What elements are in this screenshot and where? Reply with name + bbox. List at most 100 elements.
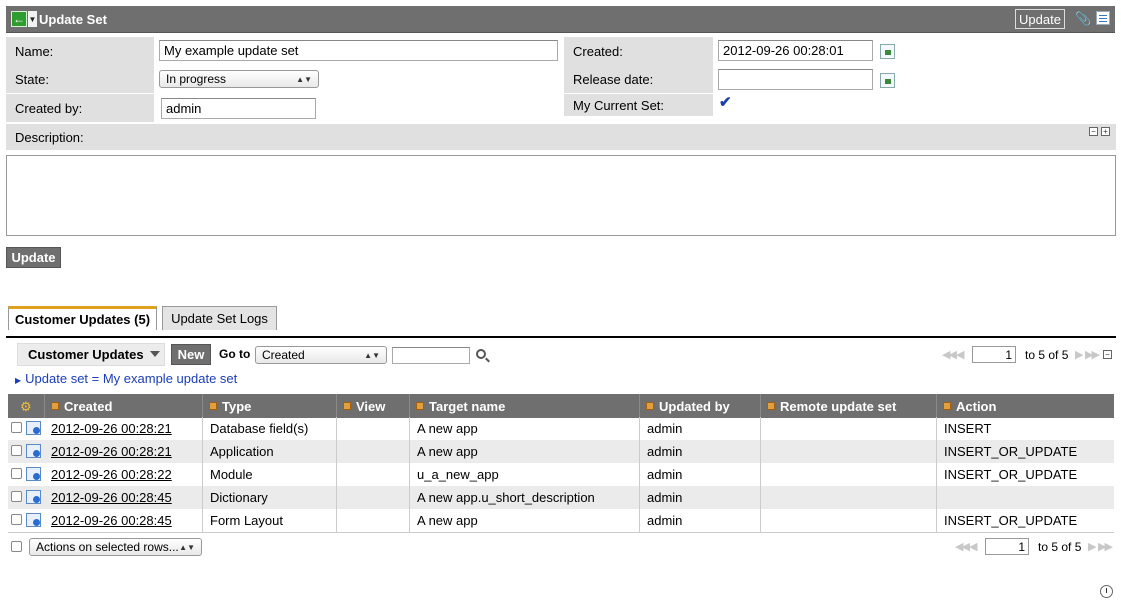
updated-by-cell: admin [639, 440, 760, 463]
remote-cell [760, 440, 936, 463]
row-checkbox[interactable] [11, 468, 22, 479]
prev-page-icon[interactable]: ◀ [956, 348, 965, 361]
remote-cell [760, 463, 936, 486]
view-cell [336, 440, 409, 463]
column-label: Created [64, 398, 113, 414]
view-cell [336, 509, 409, 532]
expand-triangle-icon: ▶ [15, 376, 22, 385]
expand-icon[interactable]: + [1101, 127, 1110, 136]
row-checkbox[interactable] [11, 514, 22, 525]
table-row: 2012-09-26 00:28:22 Module u_a_new_app a… [8, 463, 1114, 486]
page-count: to 5 of 5 [1025, 348, 1069, 362]
row-checkbox[interactable] [11, 445, 22, 456]
gear-icon[interactable]: ⚙ [20, 399, 32, 415]
tab-update-set-logs[interactable]: Update Set Logs [162, 306, 277, 330]
target-cell: u_a_new_app [409, 463, 639, 486]
calendar-icon[interactable] [880, 73, 895, 88]
collapse-icon[interactable]: − [1103, 350, 1112, 359]
created-link[interactable]: 2012-09-26 00:28:21 [44, 440, 202, 463]
chevron-down-icon[interactable]: ▼ [28, 11, 37, 27]
prev-page-icon[interactable]: ◀ [969, 540, 978, 553]
column-label: Action [956, 398, 997, 414]
list-title-menu[interactable]: Customer Updates [17, 343, 165, 366]
record-icon[interactable] [26, 467, 41, 481]
page-input[interactable]: 1 [972, 346, 1016, 363]
state-select[interactable]: In progress ▲▼ [159, 70, 319, 88]
column-icon [343, 402, 351, 410]
select-arrows-icon: ▲▼ [179, 542, 195, 552]
created-link[interactable]: 2012-09-26 00:28:22 [44, 463, 202, 486]
created-link[interactable]: 2012-09-26 00:28:45 [44, 486, 202, 509]
view-cell [336, 486, 409, 509]
updated-by-cell: admin [639, 486, 760, 509]
table-row: 2012-09-26 00:28:21 Application A new ap… [8, 440, 1114, 463]
column-header-updated-by[interactable]: Updated by [639, 394, 760, 418]
actions-select-value: Actions on selected rows... [36, 540, 179, 554]
record-icon[interactable] [26, 490, 41, 504]
bottom-page-input[interactable]: 1 [985, 538, 1029, 555]
search-icon[interactable] [476, 349, 486, 359]
view-cell [336, 417, 409, 440]
description-textarea[interactable] [6, 155, 1116, 236]
clock-icon[interactable] [1100, 585, 1113, 598]
last-page-icon[interactable]: ▶▶ [1085, 348, 1100, 361]
bottom-page-count: to 5 of 5 [1038, 540, 1082, 554]
next-page-icon[interactable]: ▶ [1075, 348, 1084, 361]
column-header-type[interactable]: Type [202, 394, 336, 418]
select-arrows-icon: ▲▼ [364, 350, 380, 360]
list-icon[interactable] [1096, 11, 1110, 25]
goto-label: Go to [219, 347, 251, 361]
column-header-action[interactable]: Action [936, 394, 1114, 418]
release-date-label: Release date: [564, 65, 713, 93]
page-title: Update Set [39, 12, 107, 27]
record-icon[interactable] [26, 444, 41, 458]
type-cell: Application [202, 440, 336, 463]
table-header: ⚙ Created Type View Target name Updated … [8, 394, 1114, 418]
goto-field-select[interactable]: Created ▲▼ [255, 346, 387, 364]
column-header-target-name[interactable]: Target name [409, 394, 639, 418]
state-select-value: In progress [166, 72, 227, 86]
first-page-icon[interactable]: ◀◀ [942, 348, 957, 361]
back-arrow-icon[interactable]: ← [11, 11, 27, 27]
type-cell: Database field(s) [202, 417, 336, 440]
updated-by-cell: admin [639, 417, 760, 440]
name-field[interactable]: My example update set [159, 40, 558, 61]
calendar-icon[interactable] [880, 44, 895, 59]
select-all-checkbox[interactable] [11, 541, 22, 552]
column-icon [209, 402, 217, 410]
update-button[interactable]: Update [6, 247, 61, 268]
action-cell: INSERT_OR_UPDATE [936, 440, 1114, 463]
action-cell: INSERT_OR_UPDATE [936, 463, 1114, 486]
record-icon[interactable] [26, 513, 41, 527]
current-set-checkbox[interactable]: ✔ [719, 93, 732, 111]
column-header-created[interactable]: Created [44, 394, 202, 418]
current-set-label: My Current Set: [564, 94, 713, 116]
column-header-remote-update-set[interactable]: Remote update set [760, 394, 936, 418]
first-page-icon[interactable]: ◀◀ [955, 540, 970, 553]
created-link[interactable]: 2012-09-26 00:28:21 [44, 417, 202, 440]
remote-cell [760, 417, 936, 440]
column-label: Updated by [659, 398, 730, 414]
next-page-icon[interactable]: ▶ [1088, 540, 1097, 553]
row-checkbox[interactable] [11, 491, 22, 502]
created-link[interactable]: 2012-09-26 00:28:45 [44, 509, 202, 532]
target-cell: A new app.u_short_description [409, 486, 639, 509]
column-header-view[interactable]: View [336, 394, 409, 418]
actions-select[interactable]: Actions on selected rows... ▲▼ [29, 538, 202, 556]
tab-customer-updates[interactable]: Customer Updates (5) [8, 306, 157, 330]
row-checkbox[interactable] [11, 422, 22, 433]
header-update-button[interactable]: Update [1015, 9, 1065, 29]
release-date-field[interactable] [718, 69, 873, 90]
filter-condition[interactable]: Update set = My example update set [25, 371, 237, 386]
breadcrumb[interactable]: ▶ Update set = My example update set [15, 371, 237, 386]
created-by-field[interactable]: admin [161, 98, 316, 119]
collapse-icon[interactable]: − [1089, 127, 1098, 136]
new-button[interactable]: New [171, 344, 211, 365]
column-label: Type [222, 398, 252, 414]
last-page-icon[interactable]: ▶▶ [1098, 540, 1113, 553]
action-cell [936, 486, 1114, 509]
paperclip-icon[interactable]: 📎 [1075, 11, 1091, 27]
record-icon[interactable] [26, 421, 41, 435]
created-field[interactable]: 2012-09-26 00:28:01 [718, 40, 873, 61]
goto-search-input[interactable] [392, 347, 470, 364]
